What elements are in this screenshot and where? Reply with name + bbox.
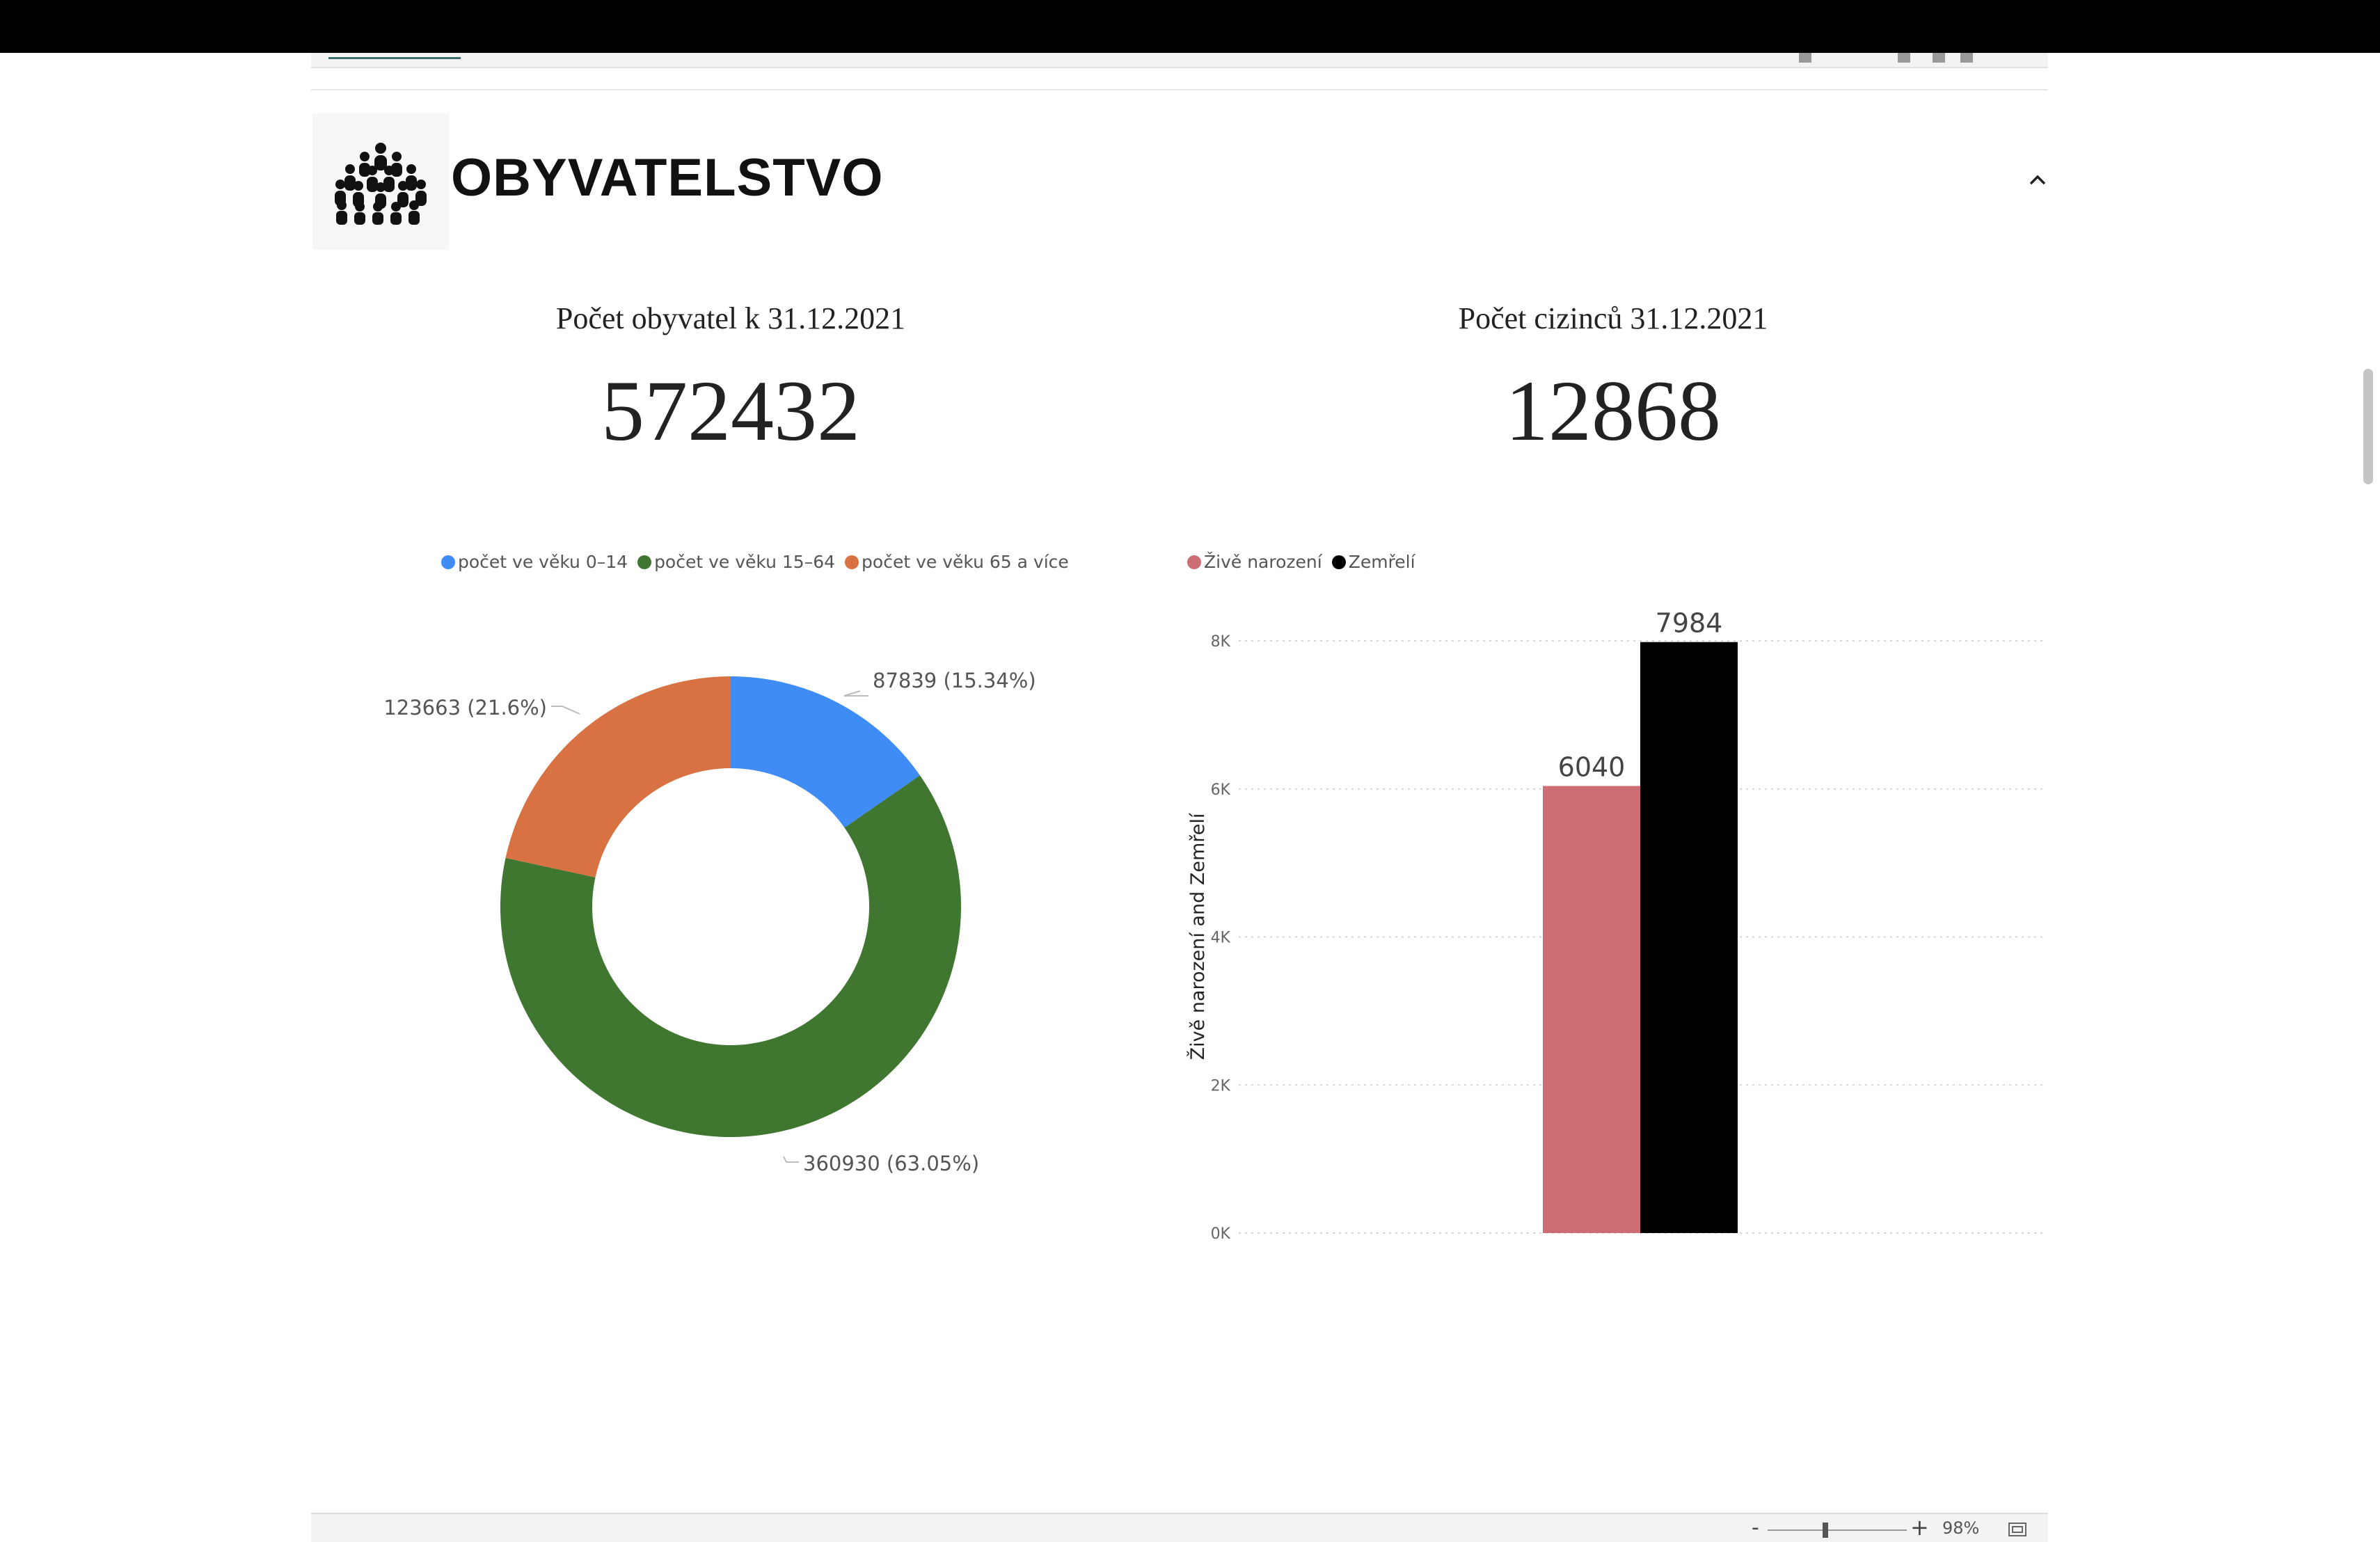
zoom-level: 98% xyxy=(1942,1518,1980,1538)
births-deaths-bar-chart: 0K 2K 4K 6K 8K Živě narození and Zemřelí 6040 7… xyxy=(1187,608,2042,1243)
fit-to-page-icon[interactable] xyxy=(2008,1521,2027,1538)
zoom-slider-thumb[interactable] xyxy=(1823,1523,1829,1538)
y-tick-label: 4K xyxy=(1211,930,1231,947)
y-tick-label: 8K xyxy=(1211,633,1231,651)
bar-data-label: 7984 xyxy=(1656,608,1723,639)
bar-data-label: 6040 xyxy=(1558,752,1626,782)
y-axis-title: Živě narození and Zemřelí xyxy=(1187,812,1209,1060)
zoom-slider-track[interactable] xyxy=(1768,1529,1907,1531)
bar[interactable] xyxy=(1640,642,1738,1233)
zoom-bar: - + 98% xyxy=(311,1513,2048,1542)
y-tick-label: 2K xyxy=(1211,1077,1231,1095)
vertical-scrollbar[interactable] xyxy=(2363,369,2373,484)
zoom-out-button[interactable]: - xyxy=(1752,1516,1759,1540)
y-tick-label: 6K xyxy=(1211,781,1231,799)
bar[interactable] xyxy=(1543,786,1640,1233)
y-tick-label: 0K xyxy=(1211,1225,1231,1243)
zoom-in-button[interactable]: + xyxy=(1910,1514,1929,1541)
